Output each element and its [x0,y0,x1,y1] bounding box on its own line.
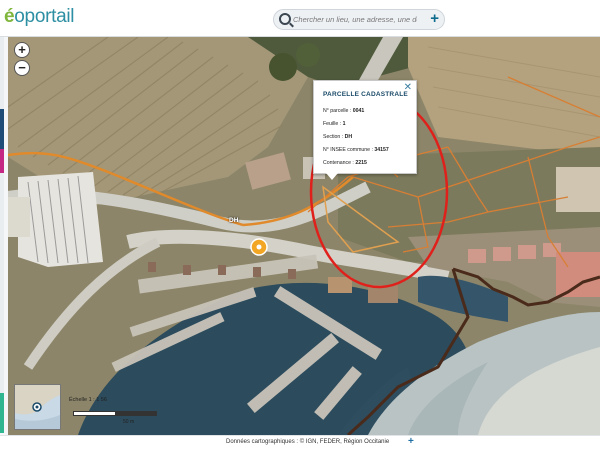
aerial-imagery [8,37,600,435]
zoom-in-button[interactable]: + [14,42,30,58]
sidebar-tab-green[interactable] [0,393,4,433]
scale-bar [73,411,157,416]
sidebar-tab-neutral[interactable] [0,37,4,109]
popup-title: PARCELLE CADASTRALE [323,91,408,98]
search-options-button[interactable]: + [430,10,439,28]
search-input[interactable] [293,12,417,26]
road-label: DH [229,217,239,224]
footer: Données cartographiques : © IGN, FEDER, … [0,435,600,451]
popup-row-feuille: Feuille : 1 [323,121,346,127]
popup-row-section: Section : DH [323,134,353,140]
location-marker-icon[interactable] [250,238,268,256]
overview-minimap[interactable] [14,384,61,430]
map-credits: Données cartographiques : © IGN, FEDER, … [226,439,390,445]
parcel-info-popup: ✕ PARCELLE CADASTRALE N° parcelle : 0041… [313,80,417,180]
sidebar-tab-neutral-2[interactable] [0,173,4,393]
popup-row-parcelle: N° parcelle : 0041 [323,108,365,114]
geoportail-logo[interactable]: éoportail [4,6,75,28]
zoom-out-button[interactable]: − [14,60,30,76]
minimap-imagery [15,385,60,429]
popup-row-insee: N° INSEE commune : 34157 [323,147,389,153]
scale-unit: 50 m [123,419,135,425]
popup-row-contenance: Contenance : 2215 [323,160,367,166]
sidebar-tab-blue[interactable] [0,109,4,149]
scale-indicator: Échelle 1 : 1 56 50 m [63,396,183,426]
sidebar-tab-magenta[interactable] [0,149,4,173]
credits-more-button[interactable]: + [408,436,414,447]
scale-label: Échelle 1 : 1 56 [69,397,107,403]
aerial-map[interactable]: DH [8,37,600,435]
search-icon[interactable] [279,13,291,25]
search-bar[interactable]: + [273,9,445,30]
app-header: éoportail + [0,0,600,37]
